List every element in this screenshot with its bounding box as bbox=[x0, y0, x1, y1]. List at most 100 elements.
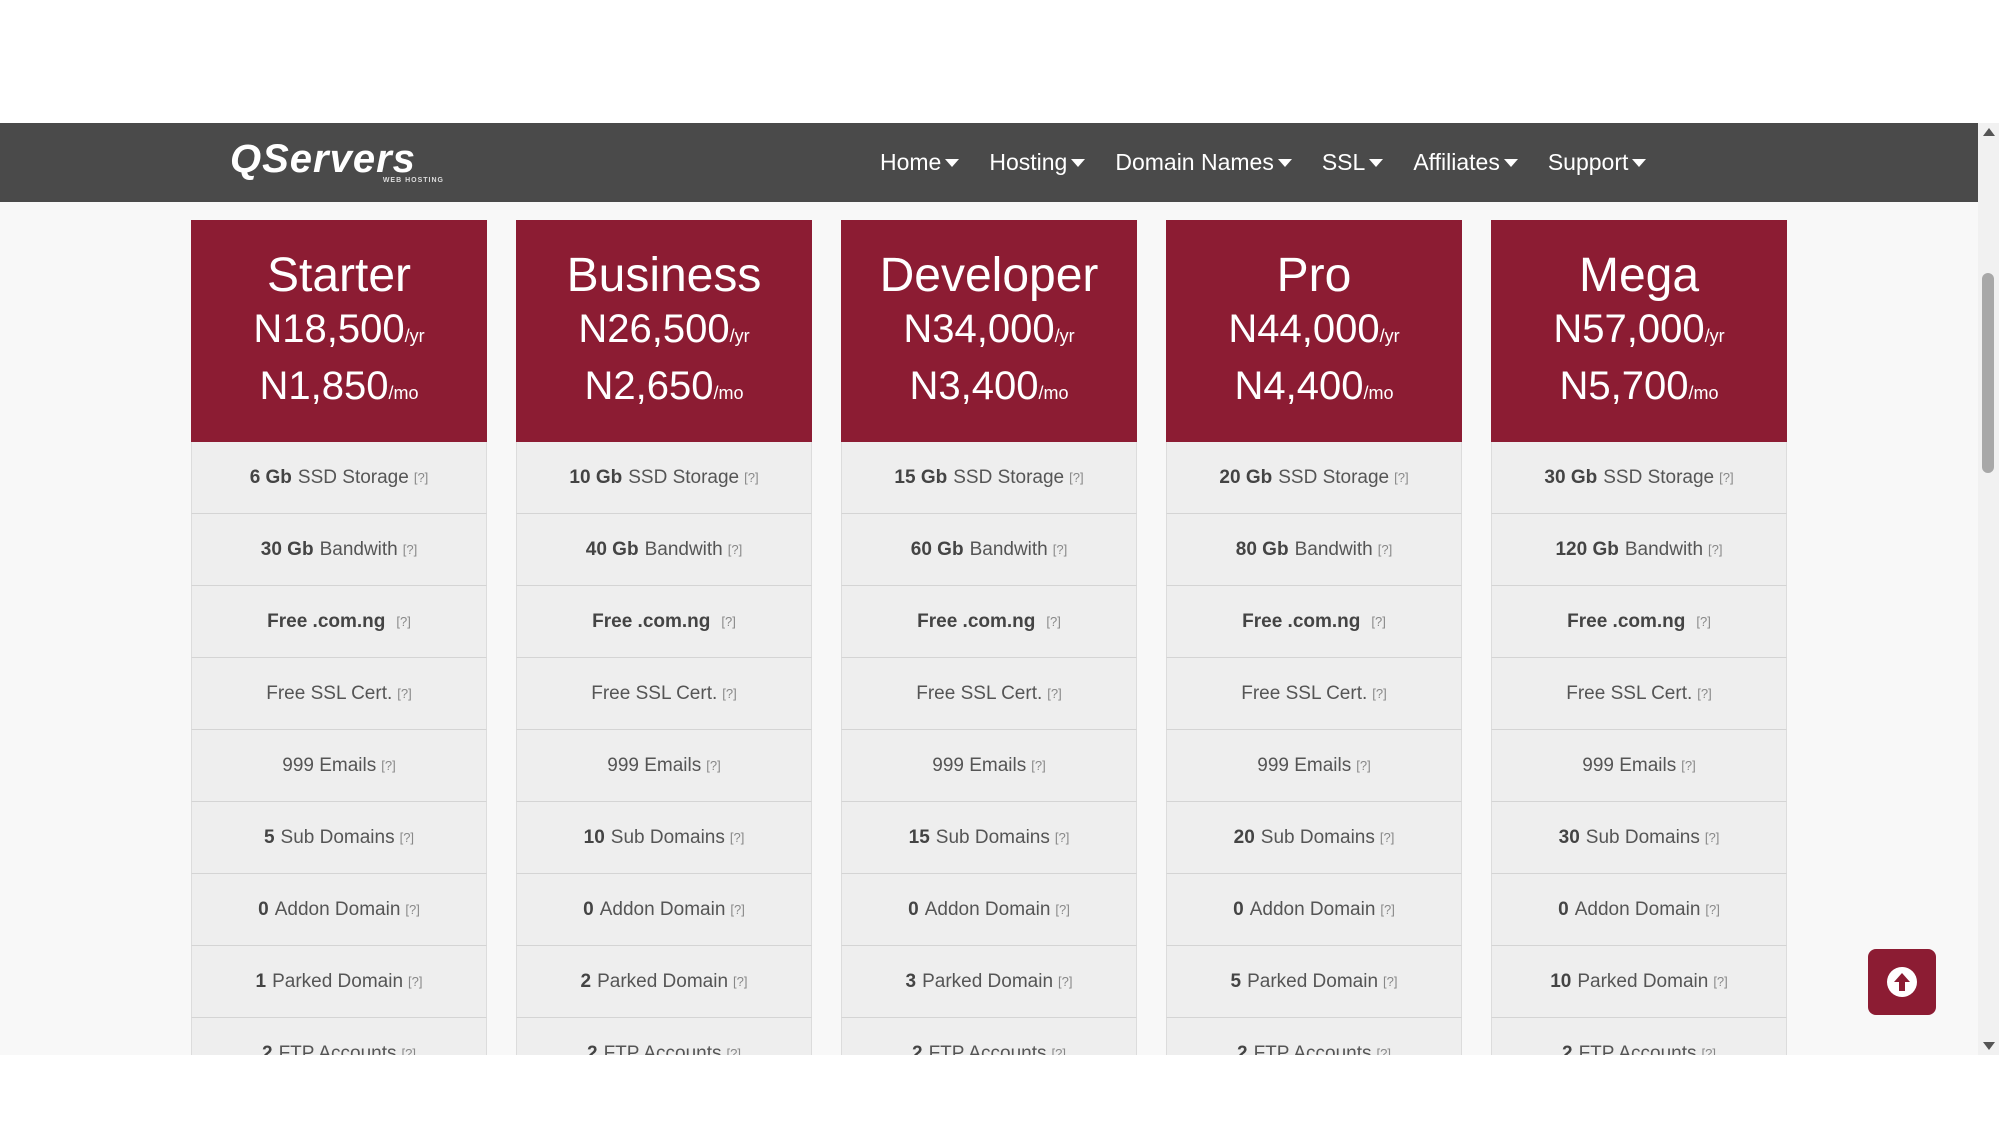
price-monthly: N1,850/mo bbox=[191, 361, 487, 418]
feature-row: 60 Gb Bandwith [?] bbox=[841, 514, 1137, 586]
help-tooltip-icon[interactable]: [?] bbox=[1719, 470, 1733, 485]
help-tooltip-icon[interactable]: [?] bbox=[1705, 902, 1719, 917]
help-tooltip-icon[interactable]: [?] bbox=[1372, 686, 1386, 701]
feature-value: 120 Gb bbox=[1555, 538, 1619, 560]
arrow-circle-up-icon bbox=[1887, 967, 1917, 997]
help-tooltip-icon[interactable]: [?] bbox=[1058, 974, 1072, 989]
feature-value: 1 bbox=[255, 970, 267, 992]
feature-row: 999 Emails [?] bbox=[191, 730, 487, 802]
help-tooltip-icon[interactable]: [?] bbox=[1055, 830, 1069, 845]
help-tooltip-icon[interactable]: [?] bbox=[1702, 1046, 1716, 1055]
scroll-to-top-button[interactable] bbox=[1868, 949, 1936, 1015]
scroll-up-icon[interactable] bbox=[1983, 128, 1995, 136]
feature-value: 40 Gb bbox=[585, 538, 639, 560]
nav-domain-names[interactable]: Domain Names bbox=[1115, 149, 1292, 176]
help-tooltip-icon[interactable]: [?] bbox=[405, 902, 419, 917]
help-tooltip-icon[interactable]: [?] bbox=[1052, 1046, 1066, 1055]
help-tooltip-icon[interactable]: [?] bbox=[730, 902, 744, 917]
feature-row: 999 Emails [?] bbox=[1491, 730, 1787, 802]
help-tooltip-icon[interactable]: [?] bbox=[1371, 614, 1385, 629]
help-tooltip-icon[interactable]: [?] bbox=[744, 470, 758, 485]
help-tooltip-icon[interactable]: [?] bbox=[1394, 470, 1408, 485]
price-monthly-unit: /mo bbox=[1038, 383, 1069, 403]
help-tooltip-icon[interactable]: [?] bbox=[1069, 470, 1083, 485]
price-yearly: N44,000/yr bbox=[1166, 304, 1462, 361]
price-monthly: N4,400/mo bbox=[1166, 361, 1462, 418]
vertical-scrollbar[interactable] bbox=[1978, 123, 1999, 1055]
help-tooltip-icon[interactable]: [?] bbox=[1696, 614, 1710, 629]
feature-value: 3 bbox=[905, 970, 917, 992]
help-tooltip-icon[interactable]: [?] bbox=[1046, 614, 1060, 629]
scrollbar-thumb[interactable] bbox=[1982, 273, 1994, 473]
scroll-down-icon[interactable] bbox=[1983, 1042, 1995, 1050]
plan-name: Pro bbox=[1276, 249, 1352, 302]
help-tooltip-icon[interactable]: [?] bbox=[1053, 542, 1067, 557]
help-tooltip-icon[interactable]: [?] bbox=[1031, 758, 1045, 773]
help-tooltip-icon[interactable]: [?] bbox=[727, 1046, 741, 1055]
feature-label: 999 Emails bbox=[607, 754, 702, 776]
help-tooltip-icon[interactable]: [?] bbox=[728, 542, 742, 557]
feature-value: 2 bbox=[1237, 1042, 1248, 1056]
feature-label: FTP Accounts bbox=[1578, 1042, 1697, 1056]
help-tooltip-icon[interactable]: [?] bbox=[1380, 902, 1394, 917]
feature-label: Free SSL Cert. bbox=[1241, 682, 1368, 704]
nav-hosting-label: Hosting bbox=[989, 149, 1068, 175]
help-tooltip-icon[interactable]: [?] bbox=[1047, 686, 1061, 701]
help-tooltip-icon[interactable]: [?] bbox=[381, 758, 395, 773]
help-tooltip-icon[interactable]: [?] bbox=[400, 830, 414, 845]
help-tooltip-icon[interactable]: [?] bbox=[408, 974, 422, 989]
brand-logo[interactable]: QServers WEB HOSTING bbox=[230, 137, 450, 187]
help-tooltip-icon[interactable]: [?] bbox=[414, 470, 428, 485]
feature-label: Sub Domains bbox=[1585, 826, 1700, 848]
feature-row: 999 Emails [?] bbox=[1166, 730, 1462, 802]
feature-label: Bandwith bbox=[969, 538, 1048, 560]
price-monthly: N2,650/mo bbox=[516, 361, 812, 418]
feature-label: Bandwith bbox=[644, 538, 723, 560]
help-tooltip-icon[interactable]: [?] bbox=[733, 974, 747, 989]
help-tooltip-icon[interactable]: [?] bbox=[1378, 542, 1392, 557]
feature-row: 10 Parked Domain [?] bbox=[1491, 946, 1787, 1018]
help-tooltip-icon[interactable]: [?] bbox=[1055, 902, 1069, 917]
help-tooltip-icon[interactable]: [?] bbox=[1705, 830, 1719, 845]
help-tooltip-icon[interactable]: [?] bbox=[1708, 542, 1722, 557]
help-tooltip-icon[interactable]: [?] bbox=[706, 758, 720, 773]
help-tooltip-icon[interactable]: [?] bbox=[1713, 974, 1727, 989]
price-monthly-unit: /mo bbox=[713, 383, 744, 403]
feature-row: 10 Sub Domains [?] bbox=[516, 802, 812, 874]
nav-hosting[interactable]: Hosting bbox=[989, 149, 1086, 176]
help-tooltip-icon[interactable]: [?] bbox=[1380, 830, 1394, 845]
plan-header: Developer N34,000/yr N3,400/mo bbox=[841, 220, 1137, 442]
price-monthly: N5,700/mo bbox=[1491, 361, 1787, 418]
feature-label: SSD Storage bbox=[628, 466, 740, 488]
feature-value: 0 bbox=[258, 898, 269, 920]
feature-label: Addon Domain bbox=[274, 898, 401, 920]
help-tooltip-icon[interactable]: [?] bbox=[397, 686, 411, 701]
help-tooltip-icon[interactable]: [?] bbox=[403, 542, 417, 557]
feature-value: 30 Gb bbox=[260, 538, 314, 560]
feature-value: 5 bbox=[1230, 970, 1242, 992]
nav-home[interactable]: Home bbox=[880, 149, 960, 176]
feature-value: Free .com.ng bbox=[592, 610, 711, 632]
help-tooltip-icon[interactable]: [?] bbox=[1383, 974, 1397, 989]
feature-row: 10 Gb SSD Storage [?] bbox=[516, 442, 812, 514]
help-tooltip-icon[interactable]: [?] bbox=[1356, 758, 1370, 773]
help-tooltip-icon[interactable]: [?] bbox=[1377, 1046, 1391, 1055]
help-tooltip-icon[interactable]: [?] bbox=[722, 686, 736, 701]
help-tooltip-icon[interactable]: [?] bbox=[402, 1046, 416, 1055]
help-tooltip-icon[interactable]: [?] bbox=[730, 830, 744, 845]
help-tooltip-icon[interactable]: [?] bbox=[1681, 758, 1695, 773]
feature-label: Parked Domain bbox=[1247, 970, 1379, 992]
help-tooltip-icon[interactable]: [?] bbox=[1697, 686, 1711, 701]
plan-card: Pro N44,000/yr N4,400/mo 20 Gb SSD Storage [?… bbox=[1166, 220, 1462, 1055]
help-tooltip-icon[interactable]: [?] bbox=[721, 614, 735, 629]
feature-label: 999 Emails bbox=[1257, 754, 1352, 776]
feature-value: 0 bbox=[1558, 898, 1569, 920]
feature-label: Free SSL Cert. bbox=[591, 682, 718, 704]
nav-affiliates[interactable]: Affiliates bbox=[1413, 149, 1518, 176]
nav-support[interactable]: Support bbox=[1548, 149, 1647, 176]
feature-row: 20 Sub Domains [?] bbox=[1166, 802, 1462, 874]
feature-row: 0 Addon Domain [?] bbox=[191, 874, 487, 946]
nav-ssl[interactable]: SSL bbox=[1322, 149, 1384, 176]
help-tooltip-icon[interactable]: [?] bbox=[396, 614, 410, 629]
price-monthly-value: N5,700 bbox=[1559, 364, 1689, 408]
